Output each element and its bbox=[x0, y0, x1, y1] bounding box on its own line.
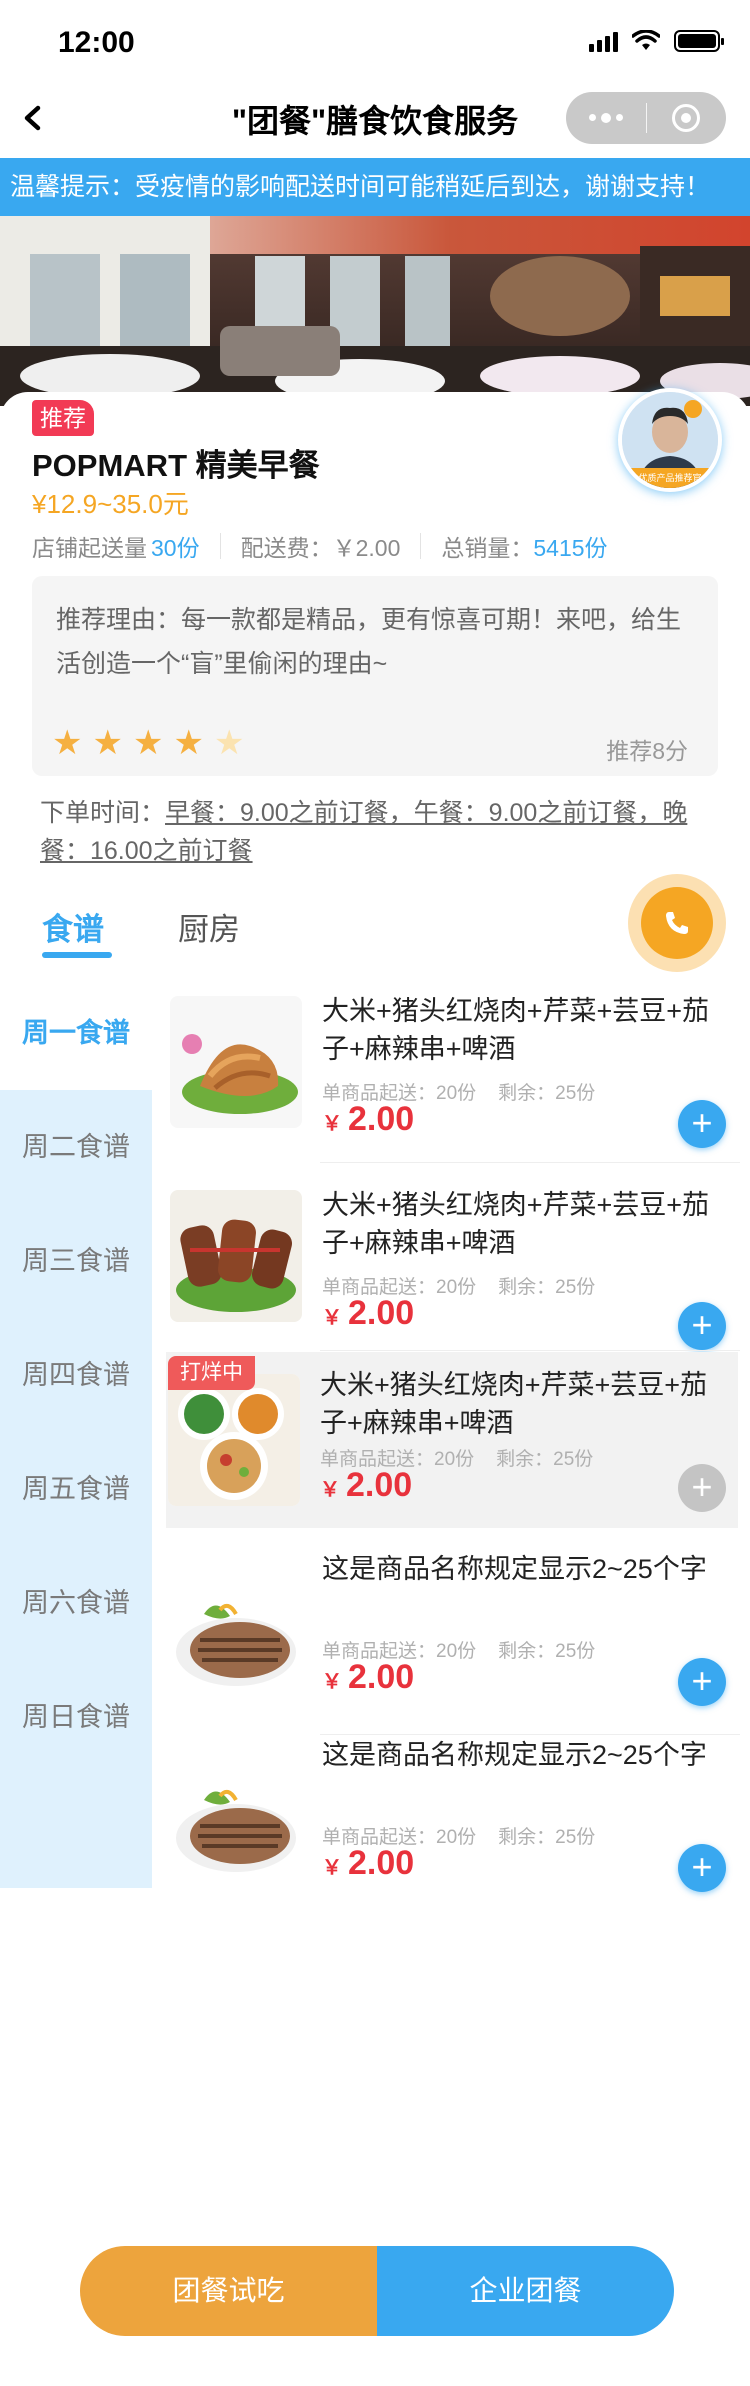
shop-banner-image bbox=[0, 216, 750, 406]
delivery-fee-stat: 配送费： ￥2.00 bbox=[241, 529, 401, 563]
recommend-reason-box: 推荐理由：每一款都是精品，更有惊喜可期！来吧，给生活创造一个“盲”里偷闲的理由~… bbox=[32, 576, 718, 776]
product-remaining: 剩余：25份 bbox=[498, 1827, 596, 1848]
product-price: ￥ 2.00 bbox=[322, 1658, 415, 1696]
product-image bbox=[170, 1756, 302, 1888]
sales-label: 总销量： bbox=[441, 535, 534, 561]
day-item-thursday[interactable]: 周四食谱 bbox=[0, 1318, 152, 1432]
order-time-label: 下单时间： bbox=[40, 799, 166, 827]
product-name: 大米+猪头红烧肉+芹菜+芸豆+茄子+麻辣串+啤酒 bbox=[320, 1370, 708, 1438]
group-meal-trial-button[interactable]: 团餐试吃 bbox=[80, 2246, 377, 2336]
signal-icon bbox=[589, 30, 618, 52]
product-item[interactable]: 打烊中 大米+猪头红烧肉+芹菜+芸豆+茄子+麻辣串+啤酒 单商品起送：20份 剩余… bbox=[166, 1352, 738, 1528]
shop-name: POPMART 精美早餐 bbox=[32, 448, 320, 483]
product-image bbox=[170, 1190, 302, 1322]
menu-area: 周一食谱 周二食谱 周三食谱 周四食谱 周五食谱 周六食谱 周日食谱 大米+猪头… bbox=[0, 976, 750, 1892]
tab-kitchen[interactable]: 厨房 bbox=[178, 904, 240, 949]
product-name: 大米+猪头红烧肉+芹菜+芸豆+茄子+麻辣串+啤酒 bbox=[322, 996, 710, 1064]
notice-banner: 温馨提示：受疫情的影响配送时间可能稍延后到达，谢谢支持！ bbox=[0, 158, 750, 216]
star-icon: ★ bbox=[52, 724, 83, 762]
product-item[interactable]: 大米+猪头红烧肉+芹菜+芸豆+茄子+麻辣串+啤酒 单商品起送：20份 剩余：25份… bbox=[168, 992, 738, 1162]
product-remaining: 剩余：25份 bbox=[496, 1449, 594, 1470]
product-image bbox=[170, 996, 302, 1128]
shop-stats: 店铺起送量 30份 配送费： ￥2.00 总销量： 5415份 bbox=[32, 526, 608, 566]
day-item-monday[interactable]: 周一食谱 bbox=[0, 976, 152, 1090]
corporate-group-meal-button[interactable]: 企业团餐 bbox=[377, 2246, 674, 2336]
day-item-friday[interactable]: 周五食谱 bbox=[0, 1432, 152, 1546]
recommend-tag: 推荐 bbox=[32, 400, 94, 436]
product-remaining: 剩余：25份 bbox=[498, 1083, 596, 1104]
shop-info-card: 推荐 POPMART 精美早餐 ¥12.9~35.0元 优质产品推荐官 店铺起送… bbox=[0, 388, 750, 892]
star-icon: ★ bbox=[132, 724, 164, 762]
product-name: 这是商品名称规定显示2~25个字 bbox=[322, 1554, 707, 1584]
plus-icon: + bbox=[691, 1102, 713, 1143]
delivery-fee-label: 配送费： bbox=[240, 535, 333, 561]
add-to-cart-button[interactable]: + bbox=[678, 1658, 726, 1706]
day-list: 周一食谱 周二食谱 周三食谱 周四食谱 周五食谱 周六食谱 周日食谱 bbox=[0, 976, 152, 1888]
product-item[interactable]: 大米+猪头红烧肉+芹菜+芸豆+茄子+麻辣串+啤酒 单商品起送：20份 剩余：25份… bbox=[168, 1186, 738, 1356]
close-miniprogram-icon[interactable] bbox=[647, 104, 727, 132]
nav-bar: "团餐"膳食饮食服务 bbox=[0, 80, 750, 158]
add-to-cart-button[interactable]: + bbox=[678, 1844, 726, 1892]
bottom-action-bar: 团餐试吃 企业团餐 bbox=[80, 2246, 674, 2336]
product-image bbox=[170, 1570, 302, 1702]
status-bar: 12:00 bbox=[0, 0, 750, 80]
phone-icon bbox=[666, 912, 688, 934]
product-remaining: 剩余：25份 bbox=[498, 1277, 596, 1298]
star-icon: ★ bbox=[92, 724, 123, 762]
sales-value: 5415份 bbox=[533, 535, 608, 561]
more-icon[interactable] bbox=[566, 112, 646, 123]
sales-stat: 总销量： 5415份 bbox=[441, 529, 607, 563]
product-name: 大米+猪头红烧肉+芹菜+芸豆+茄子+麻辣串+啤酒 bbox=[322, 1190, 710, 1258]
mini-program-capsule bbox=[566, 92, 726, 144]
status-icons bbox=[589, 30, 724, 52]
recommend-score: 推荐8分 bbox=[606, 738, 688, 764]
product-price: ￥ 2.00 bbox=[322, 1294, 415, 1332]
recommend-reason-text: 推荐理由：每一款都是精品，更有惊喜可期！来吧，给生活创造一个“盲”里偷闲的理由~ bbox=[56, 606, 682, 678]
avatar-badge: 优质产品推荐官 bbox=[622, 468, 718, 488]
star-icon: ★ bbox=[213, 724, 245, 762]
tab-recipes[interactable]: 食谱 bbox=[42, 904, 104, 949]
call-button[interactable] bbox=[628, 874, 726, 972]
star-badge-icon bbox=[684, 400, 702, 418]
product-item[interactable]: 这是商品名称规定显示2~25个字 单商品起送：20份 剩余：25份 ￥ 2.00 + bbox=[168, 1736, 738, 1906]
plus-icon: + bbox=[691, 1466, 713, 1507]
day-item-wednesday[interactable]: 周三食谱 bbox=[0, 1204, 152, 1318]
product-item[interactable]: 这是商品名称规定显示2~25个字 单商品起送：20份 剩余：25份 ￥ 2.00 + bbox=[168, 1550, 738, 1720]
add-to-cart-button[interactable]: + bbox=[678, 1100, 726, 1148]
star-icon: ★ bbox=[173, 724, 204, 762]
product-price: ￥ 2.00 bbox=[322, 1100, 415, 1138]
plus-icon: + bbox=[691, 1660, 713, 1701]
product-price: ￥ 2.00 bbox=[322, 1844, 415, 1882]
star-rating: ★ ★ ★ ★ ★ bbox=[52, 726, 244, 760]
day-item-tuesday[interactable]: 周二食谱 bbox=[0, 1090, 152, 1204]
min-order-value: 30份 bbox=[151, 535, 200, 561]
battery-icon bbox=[674, 30, 724, 52]
active-tab-indicator bbox=[42, 952, 112, 958]
order-time: 下单时间：早餐：9.00之前订餐，午餐：9.00之前订餐，晚餐：16.00之前订… bbox=[40, 794, 720, 870]
product-remaining: 剩余：25份 bbox=[498, 1641, 596, 1662]
plus-icon: + bbox=[691, 1846, 713, 1887]
product-image bbox=[168, 1374, 300, 1506]
wifi-icon bbox=[632, 30, 660, 50]
closed-tag: 打烊中 bbox=[168, 1356, 255, 1390]
shop-price-range: ¥12.9~35.0元 bbox=[32, 489, 189, 519]
plus-icon: + bbox=[691, 1304, 713, 1345]
product-name: 这是商品名称规定显示2~25个字 bbox=[322, 1740, 707, 1770]
day-item-sunday[interactable]: 周日食谱 bbox=[0, 1660, 152, 1774]
delivery-fee-value: ￥2.00 bbox=[332, 535, 401, 561]
add-to-cart-button[interactable]: + bbox=[678, 1302, 726, 1350]
min-order-stat: 店铺起送量 30份 bbox=[32, 529, 200, 563]
min-order-label: 店铺起送量 bbox=[32, 535, 147, 561]
shop-avatar[interactable]: 优质产品推荐官 bbox=[618, 388, 722, 492]
add-to-cart-button-disabled[interactable]: + bbox=[678, 1464, 726, 1512]
status-time: 12:00 bbox=[58, 26, 135, 59]
product-price: ￥ 2.00 bbox=[320, 1466, 413, 1504]
day-item-saturday[interactable]: 周六食谱 bbox=[0, 1546, 152, 1660]
